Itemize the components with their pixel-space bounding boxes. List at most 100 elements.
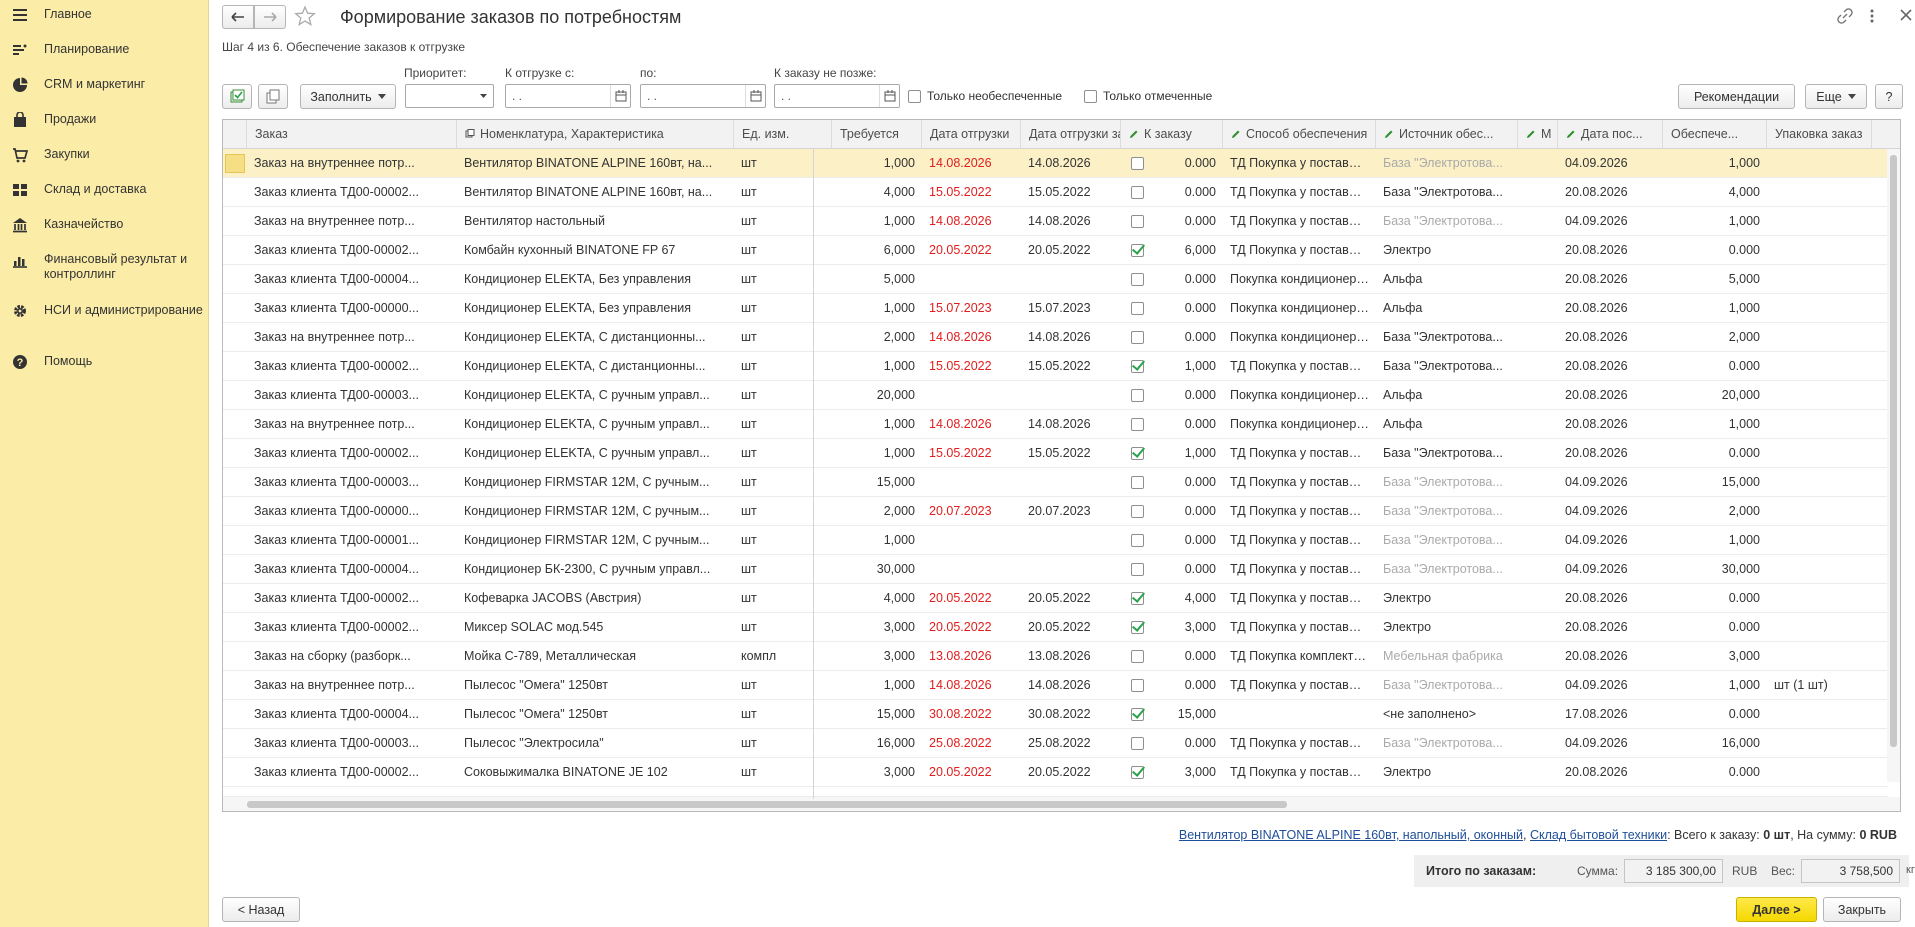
column-header[interactable]: Требуется: [832, 120, 922, 149]
to-order-checkbox[interactable]: [1131, 563, 1144, 579]
checkbox-box[interactable]: [908, 89, 921, 103]
column-header[interactable]: Дата пос...: [1558, 120, 1663, 149]
table-row[interactable]: Заказ клиента ТД00-00004... Кондиционер E…: [223, 265, 1888, 294]
checkbox-box[interactable]: [1131, 273, 1144, 286]
checkbox-box[interactable]: [1131, 679, 1144, 692]
checkbox-box[interactable]: [1131, 447, 1144, 460]
table-row[interactable]: Заказ клиента ТД00-00000... Кондиционер E…: [223, 294, 1888, 323]
table-row[interactable]: Заказ клиента ТД00-00003... Пылесос "Элек…: [223, 729, 1888, 758]
close-button[interactable]: Закрыть: [1823, 897, 1901, 922]
checkbox-box[interactable]: [1131, 650, 1144, 663]
table-row[interactable]: Заказ клиента ТД00-00004... Пылесос "Омег…: [223, 700, 1888, 729]
to-order-checkbox[interactable]: [1131, 766, 1144, 782]
priority-dropdown-button[interactable]: [473, 85, 493, 107]
table-row[interactable]: Заказ клиента ТД00-00004... Кондиционер Б…: [223, 555, 1888, 584]
column-header[interactable]: Номенклатура, Характеристика: [457, 120, 734, 149]
close-icon[interactable]: [1899, 8, 1913, 25]
to-order-checkbox[interactable]: [1131, 708, 1144, 724]
table-row[interactable]: Заказ клиента ТД00-00003... Кондиционер E…: [223, 381, 1888, 410]
to-order-checkbox[interactable]: [1131, 592, 1144, 608]
checkbox-box[interactable]: [1131, 360, 1144, 373]
table-row[interactable]: Заказ клиента ТД00-00002... Соковыжималка…: [223, 758, 1888, 787]
sidebar-item-4[interactable]: Продажи: [0, 111, 209, 139]
only-unprovided-checkbox[interactable]: Только необеспеченные: [908, 89, 1062, 103]
to-order-checkbox[interactable]: [1131, 650, 1144, 666]
horizontal-scrollbar[interactable]: [223, 797, 1900, 811]
favorite-star-icon[interactable]: [294, 5, 316, 30]
to-order-checkbox[interactable]: [1131, 186, 1144, 202]
ship-to-date-input[interactable]: . .: [640, 84, 766, 108]
next-button[interactable]: Далее >: [1736, 897, 1817, 922]
to-order-checkbox[interactable]: [1131, 331, 1144, 347]
checkbox-box[interactable]: [1131, 737, 1144, 750]
more-vert-icon[interactable]: [1869, 8, 1875, 27]
table-row[interactable]: Заказ на внутреннее потр... Кондиционер E…: [223, 410, 1888, 439]
to-order-checkbox[interactable]: [1131, 534, 1144, 550]
table-row[interactable]: Заказ клиента ТД00-00002... Кондиционер E…: [223, 439, 1888, 468]
table-row[interactable]: Заказ клиента ТД00-00001... Кондиционер F…: [223, 526, 1888, 555]
table-row[interactable]: Заказ на внутреннее потр... Кондиционер E…: [223, 323, 1888, 352]
table-row[interactable]: Заказ клиента ТД00-00002... Миксер SOLAC …: [223, 613, 1888, 642]
table-row[interactable]: Заказ клиента ТД00-00002... Кофеварка JAC…: [223, 584, 1888, 613]
sidebar-item-3[interactable]: CRM и маркетинг: [0, 76, 209, 104]
table-row[interactable]: Заказ клиента ТД00-00003... Кондиционер F…: [223, 468, 1888, 497]
order-by-date-input[interactable]: . .: [774, 84, 900, 108]
ship-to-calendar-button[interactable]: [745, 85, 765, 107]
only-marked-checkbox[interactable]: Только отмеченные: [1084, 89, 1212, 103]
ship-from-date-input[interactable]: . .: [505, 84, 631, 108]
to-order-checkbox[interactable]: [1131, 389, 1144, 405]
checkbox-box[interactable]: [1131, 766, 1144, 779]
column-header[interactable]: Источник обес...: [1376, 120, 1518, 149]
back-arrow-button[interactable]: [222, 5, 254, 29]
checkbox-box[interactable]: [1131, 563, 1144, 576]
checkbox-box[interactable]: [1131, 592, 1144, 605]
checkbox-box[interactable]: [1131, 476, 1144, 489]
to-order-checkbox[interactable]: [1131, 476, 1144, 492]
column-header[interactable]: Заказ: [247, 120, 457, 149]
vertical-scrollbar[interactable]: [1887, 149, 1900, 782]
to-order-checkbox[interactable]: [1131, 360, 1144, 376]
table-row[interactable]: Заказ клиента ТД00-00002... Кондиционер E…: [223, 352, 1888, 381]
item-link[interactable]: Вентилятор BINATONE ALPINE 160вт, наполь…: [1179, 828, 1523, 842]
column-header[interactable]: Способ обеспечения: [1223, 120, 1376, 149]
table-row[interactable]: Заказ на внутреннее потр... Вентилятор BI…: [223, 149, 1888, 178]
forward-arrow-button[interactable]: [254, 5, 286, 29]
to-order-checkbox[interactable]: [1131, 679, 1144, 695]
help-button[interactable]: ?: [1875, 84, 1903, 109]
table-row[interactable]: Заказ на внутреннее потр... Вентилятор на…: [223, 207, 1888, 236]
column-header[interactable]: Упаковка заказ: [1767, 120, 1872, 149]
sidebar-item-6[interactable]: Склад и доставка: [0, 181, 209, 209]
sidebar-item-2[interactable]: Планирование: [0, 41, 209, 69]
column-header[interactable]: Дата отгрузки: [922, 120, 1021, 149]
ship-from-calendar-button[interactable]: [610, 85, 630, 107]
checkbox-box[interactable]: [1131, 534, 1144, 547]
to-order-checkbox[interactable]: [1131, 621, 1144, 637]
sidebar-item-8[interactable]: Финансовый результат и контроллинг: [0, 251, 209, 281]
sidebar-item-5[interactable]: Закупки: [0, 146, 209, 174]
checkbox-box[interactable]: [1084, 89, 1097, 103]
scrollbar-thumb[interactable]: [247, 801, 1287, 808]
table-row[interactable]: Заказ на сборку (разборк... Мойка С-789, …: [223, 642, 1888, 671]
checkbox-box[interactable]: [1131, 244, 1144, 257]
to-order-checkbox[interactable]: [1131, 505, 1144, 521]
table-row[interactable]: Заказ клиента ТД00-00002... Вентилятор BI…: [223, 178, 1888, 207]
sidebar-item-9[interactable]: НСИ и администрирование: [0, 302, 209, 330]
order-by-calendar-button[interactable]: [879, 85, 899, 107]
to-order-checkbox[interactable]: [1131, 244, 1144, 260]
checkbox-box[interactable]: [1131, 331, 1144, 344]
to-order-checkbox[interactable]: [1131, 418, 1144, 434]
warehouse-link[interactable]: Склад бытовой техники: [1530, 828, 1667, 842]
to-order-checkbox[interactable]: [1131, 157, 1144, 173]
checkbox-box[interactable]: [1131, 708, 1144, 721]
to-order-checkbox[interactable]: [1131, 302, 1144, 318]
copy-button[interactable]: [258, 84, 288, 109]
checkbox-box[interactable]: [1131, 215, 1144, 228]
link-icon[interactable]: [1837, 8, 1853, 27]
column-header[interactable]: Дата отгрузки заказа: [1021, 120, 1121, 149]
column-header[interactable]: М: [1518, 120, 1558, 149]
sidebar-item-10[interactable]: ? Помощь: [0, 353, 209, 381]
column-header[interactable]: Ед. изм.: [734, 120, 832, 149]
table-row[interactable]: Заказ клиента ТД00-00002... Комбайн кухон…: [223, 236, 1888, 265]
column-header[interactable]: Обеспече...: [1663, 120, 1767, 149]
checkbox-box[interactable]: [1131, 302, 1144, 315]
